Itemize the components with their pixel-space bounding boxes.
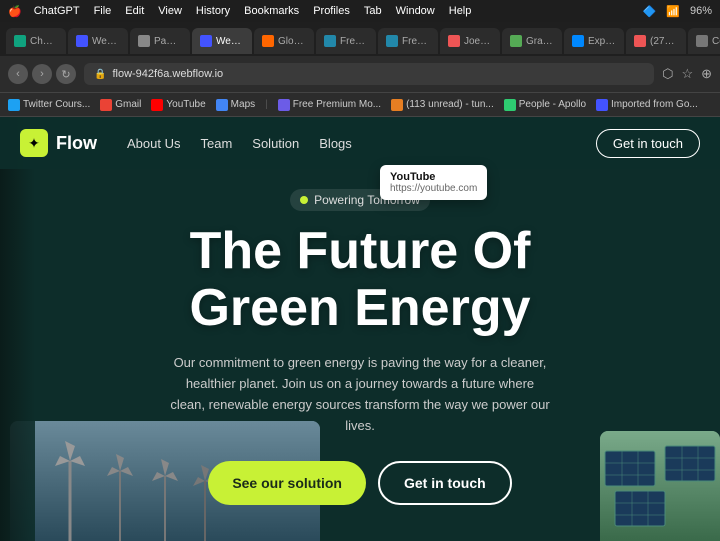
menu-history[interactable]: History [196,5,230,17]
bookmarks-bar: Twitter Cours... Gmail YouTube Maps | Fr… [0,92,720,116]
bookmark-apollo[interactable]: People - Apollo [504,99,586,111]
nav-about[interactable]: About Us [127,136,180,151]
site-nav: ✦ Flow About Us Team Solution Blogs Get … [0,117,720,169]
nav-bar: ‹ › ↻ 🔒 flow-942f6a.webflow.io ⬡ ☆ ⊕ [0,56,720,92]
hero-title: The Future Of Green Energy [80,223,640,337]
tab-freea[interactable]: Free A... [378,28,438,54]
extension-icon-2[interactable]: ☆ [681,66,693,82]
powering-dot [300,196,308,204]
tab-global[interactable]: Globa... [254,28,314,54]
menu-tab[interactable]: Tab [364,5,382,17]
bookmark-imported[interactable]: Imported from Go... [596,99,698,111]
tab-explorer[interactable]: Explori... [564,28,624,54]
nav-solution[interactable]: Solution [252,136,299,151]
url-text: flow-942f6a.webflow.io [112,68,223,80]
see-solution-button[interactable]: See our solution [208,461,366,505]
browser-chrome: ChatG... Webflo... Pawn... Webflo... Glo… [0,22,720,117]
tab-contr[interactable]: Contr... [688,28,720,54]
bluetooth-icon: 🔷 [643,5,657,18]
youtube-tooltip: YouTube https://youtube.com [380,165,487,200]
nav-buttons: ‹ › ↻ [8,64,76,84]
get-in-touch-button[interactable]: Get in touch [378,461,512,505]
menu-file[interactable]: File [94,5,112,17]
wifi-icon: 📶 [666,5,680,18]
tab-chatgpt[interactable]: ChatG... [6,28,66,54]
reload-button[interactable]: ↻ [56,64,76,84]
logo-text: Flow [56,133,97,154]
tab-273[interactable]: (273)... [626,28,686,54]
menu-help[interactable]: Help [449,5,472,17]
nav-cta-button[interactable]: Get in touch [596,129,700,158]
bookmark-tun[interactable]: (113 unread) - tun... [391,99,494,111]
os-menubar: 🍎 ChatGPT File Edit View History Bookmar… [0,0,720,22]
hero-description: Our commitment to green energy is paving… [170,353,550,436]
hero-section: Powering Tomorrow The Future Of Green En… [0,169,720,525]
tab-freef[interactable]: Free Fi... [316,28,376,54]
site-logo: ✦ Flow [20,129,97,157]
nav-blogs[interactable]: Blogs [319,136,352,151]
tab-grass[interactable]: Grass:... [502,28,562,54]
bookmark-premium[interactable]: Free Premium Mo... [278,99,381,111]
os-menu-items: ChatGPT File Edit View History Bookmarks… [34,5,472,17]
menu-chatgpt[interactable]: ChatGPT [34,5,80,17]
tooltip-url: https://youtube.com [390,183,477,194]
back-button[interactable]: ‹ [8,64,28,84]
bookmark-gmail[interactable]: Gmail [100,99,141,111]
bookmark-twitter[interactable]: Twitter Cours... [8,99,90,111]
bookmark-youtube[interactable]: YouTube [151,99,205,111]
tooltip-title: YouTube [390,171,477,183]
forward-button[interactable]: › [32,64,52,84]
tab-bar: ChatG... Webflo... Pawn... Webflo... Glo… [0,22,720,56]
apple-menu[interactable]: 🍎 [8,5,22,18]
tab-pawn[interactable]: Pawn... [130,28,190,54]
nav-team[interactable]: Team [200,136,232,151]
bookmark-maps[interactable]: Maps [216,99,255,111]
tab-webflow2[interactable]: Webflo... [192,28,252,54]
battery-status: 96% [690,5,712,17]
hero-title-line2: Green Energy [189,279,530,337]
hero-buttons: See our solution Get in touch [80,461,640,505]
tab-webflow1[interactable]: Webflo... [68,28,128,54]
lock-icon: 🔒 [94,69,106,80]
browser-toolbar-icons: ⬡ ☆ ⊕ [662,66,712,82]
logo-symbol: ✦ [28,135,40,152]
logo-icon: ✦ [20,129,48,157]
menu-bookmarks[interactable]: Bookmarks [244,5,299,17]
menu-edit[interactable]: Edit [125,5,144,17]
extension-icon-3[interactable]: ⊕ [701,66,712,82]
extension-icon-1[interactable]: ⬡ [662,66,673,82]
website-content: YouTube https://youtube.com ✦ Flow About… [0,117,720,541]
tab-joey[interactable]: Joey -... [440,28,500,54]
menu-profiles[interactable]: Profiles [313,5,350,17]
menu-view[interactable]: View [158,5,182,17]
site-nav-links: About Us Team Solution Blogs [127,136,596,151]
hero-title-line1: The Future Of [190,222,531,280]
address-bar[interactable]: 🔒 flow-942f6a.webflow.io [84,63,654,85]
menu-window[interactable]: Window [396,5,435,17]
